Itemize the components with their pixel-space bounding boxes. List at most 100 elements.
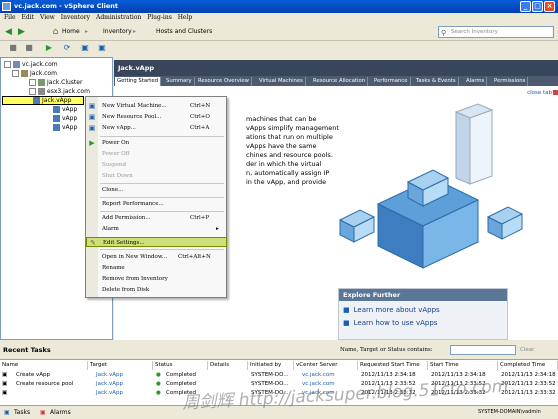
power-on-icon[interactable]: ▶ xyxy=(44,43,54,53)
menu-add-permission[interactable]: Add Permission... Ctrl+P xyxy=(86,213,227,223)
completed-icon: ● xyxy=(156,372,161,378)
menu-file[interactable]: File xyxy=(4,14,16,21)
menu-report-performance[interactable]: Report Performance... xyxy=(86,199,227,209)
tab-permissions[interactable]: Permissions xyxy=(492,77,529,86)
tree-item-datacenter[interactable]: Jack.com xyxy=(12,70,57,78)
tree-item-cluster[interactable]: Jack.Cluster xyxy=(29,79,82,87)
col-vcenter-server[interactable]: vCenter Server xyxy=(294,361,358,370)
breadcrumb-separator-icon: ▸ xyxy=(85,28,89,35)
tree-item-jack-vapp-selected[interactable]: Jack.vApp xyxy=(2,96,84,105)
home-icon[interactable]: ⌂ xyxy=(50,27,61,38)
menu-help[interactable]: Help xyxy=(178,14,193,21)
breadcrumb-home[interactable]: Home xyxy=(62,28,80,35)
tab-getting-started[interactable]: Getting Started xyxy=(115,77,161,86)
menu-edit-settings[interactable]: ✎ Edit Settings... xyxy=(86,237,227,247)
tab-performance[interactable]: Performance xyxy=(372,77,411,86)
breadcrumb-separator-icon: ▸ xyxy=(133,28,137,35)
close-tab-link[interactable]: close tab xyxy=(527,90,552,96)
new-pool-icon: ▣ xyxy=(88,113,96,121)
learn-how-link[interactable]: ■ Learn how to use vApps xyxy=(343,319,507,327)
close-tab-icon[interactable] xyxy=(553,90,558,95)
minimize-button[interactable]: _ xyxy=(520,1,531,12)
breadcrumb-hosts-and-clusters[interactable]: Hosts and Clusters xyxy=(156,28,212,35)
content-line: vApps have the same xyxy=(246,142,317,150)
task-icon: ▣ xyxy=(2,372,8,378)
menu-plugins[interactable]: Plug-ins xyxy=(147,14,172,21)
tree-item-vapp-child[interactable]: vApp xyxy=(53,106,77,114)
col-details[interactable]: Details xyxy=(208,361,248,370)
menu-rename[interactable]: Rename xyxy=(86,263,227,273)
completed-icon: ● xyxy=(156,390,161,396)
expand-icon[interactable] xyxy=(29,79,36,86)
breadcrumb-inventory[interactable]: Inventory xyxy=(103,28,132,35)
logged-in-user: SYSTEM-DOMAIN\vadmin xyxy=(478,409,541,415)
recent-tasks-title: Recent Tasks xyxy=(3,346,51,354)
menu-clone[interactable]: Clone... xyxy=(86,185,227,195)
vapp-illustration xyxy=(338,103,524,269)
col-target[interactable]: Target xyxy=(88,361,153,370)
back-icon[interactable]: ◀ xyxy=(3,27,14,38)
search-inventory-input[interactable]: Search Inventory xyxy=(438,26,554,38)
collapse-icon[interactable] xyxy=(4,61,11,68)
forward-icon[interactable]: ▶ xyxy=(16,27,27,38)
col-requested-start[interactable]: Requested Start Time xyxy=(358,361,428,370)
tasks-button[interactable]: Tasks xyxy=(14,406,30,419)
clear-button[interactable]: Clear xyxy=(520,347,534,353)
new-pool-icon[interactable]: ▣ xyxy=(97,43,107,53)
arrow-icon: ■ xyxy=(343,306,350,314)
tab-alarms[interactable]: Alarms xyxy=(464,77,488,86)
collapse-icon[interactable] xyxy=(29,88,36,95)
task-icon: ▣ xyxy=(2,390,8,396)
tree-item-host[interactable]: esx3.jack.com xyxy=(29,88,90,96)
host-icon xyxy=(38,88,45,95)
tab-virtual-machines[interactable]: Virtual Machines xyxy=(257,77,306,86)
collapse-icon[interactable] xyxy=(12,70,19,77)
filter-input[interactable] xyxy=(450,345,516,355)
context-menu: ▣ New Virtual Machine... Ctrl+N ▣ New Resou… xyxy=(85,96,227,298)
menu-power-on[interactable]: ▶ Power On xyxy=(86,138,227,148)
menu-administration[interactable]: Administration xyxy=(96,14,141,21)
menu-new-vapp[interactable]: ▣ New vApp... Ctrl+A xyxy=(86,123,227,133)
vapp-icon xyxy=(53,115,60,122)
menu-view[interactable]: View xyxy=(40,14,55,21)
tab-resource-overview[interactable]: Resource Overview xyxy=(196,77,252,86)
menu-delete-from-disk[interactable]: Delete from Disk xyxy=(86,285,227,295)
app-icon xyxy=(2,2,11,11)
menu-inventory[interactable]: Inventory xyxy=(61,14,90,21)
arrow-icon: ■ xyxy=(343,319,350,327)
stop-icon[interactable]: ■ xyxy=(24,43,34,53)
tab-strip: Getting Started Summary Resource Overvie… xyxy=(114,76,558,86)
col-completed-time[interactable]: Completed Time xyxy=(498,361,558,370)
close-button[interactable]: × xyxy=(544,1,555,12)
tab-tasks-events[interactable]: Tasks & Events xyxy=(414,77,459,86)
tasks-icon: ▣ xyxy=(4,409,10,416)
content-line: ations that run on multiple xyxy=(246,133,333,141)
power-on-icon: ▶ xyxy=(89,139,95,147)
refresh-icon[interactable]: ⟳ xyxy=(62,43,72,53)
col-start-time[interactable]: Start Time xyxy=(428,361,498,370)
explore-further-box: Explore Further ■ Learn more about vApps … xyxy=(338,288,508,340)
menu-new-resource-pool[interactable]: ▣ New Resource Pool... Ctrl+O xyxy=(86,112,227,122)
learn-more-link[interactable]: ■ Learn more about vApps xyxy=(343,306,507,314)
tree-item-vapp-child[interactable]: vApp xyxy=(53,124,77,132)
tree-item-vcenter[interactable]: vc.jack.com xyxy=(4,61,58,69)
col-name[interactable]: Name xyxy=(0,361,88,370)
toolbar: ■ ■ ▶ ⟳ ▣ ▣ xyxy=(0,41,558,56)
menu-remove-from-inventory[interactable]: Remove from Inventory xyxy=(86,274,227,284)
new-vm-icon[interactable]: ▣ xyxy=(80,43,90,53)
tab-resource-allocation[interactable]: Resource Allocation xyxy=(311,77,369,86)
col-initiated-by[interactable]: Initiated by xyxy=(248,361,294,370)
tab-summary[interactable]: Summary xyxy=(164,77,195,86)
menu-open-new-window[interactable]: Open in New Window... Ctrl+Alt+N xyxy=(86,252,227,262)
maximize-button[interactable]: □ xyxy=(532,1,543,12)
server-tower-graphic xyxy=(454,103,494,185)
pause-icon[interactable]: ■ xyxy=(8,43,18,53)
alarms-button[interactable]: Alarms xyxy=(50,406,71,419)
cluster-icon xyxy=(38,79,45,86)
menu-alarm[interactable]: Alarm ▸ xyxy=(86,224,227,234)
menu-edit[interactable]: Edit xyxy=(21,14,34,21)
navigation-bar: ◀ ▶ ⌂ Home ▸ Inventory ▸ Hosts and Clust… xyxy=(0,23,558,41)
col-status[interactable]: Status xyxy=(153,361,208,370)
tree-item-vapp-child[interactable]: vApp xyxy=(53,115,77,123)
menu-new-virtual-machine[interactable]: ▣ New Virtual Machine... Ctrl+N xyxy=(86,101,227,111)
